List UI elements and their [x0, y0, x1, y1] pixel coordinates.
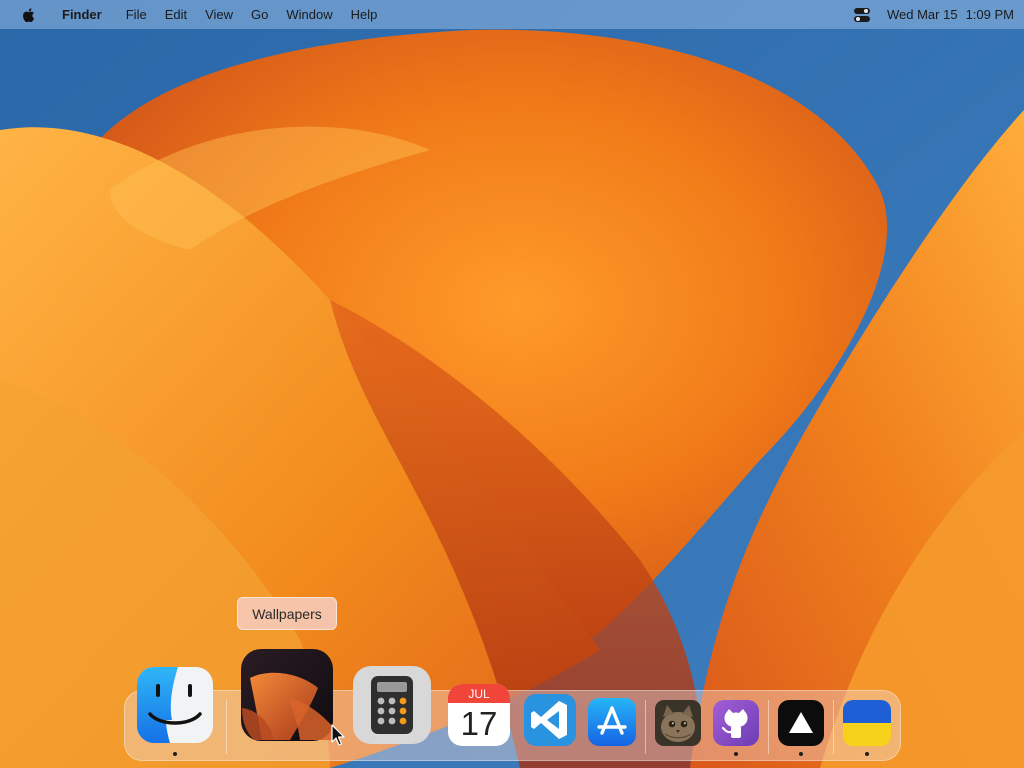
app-store-icon: [588, 698, 636, 746]
dock-item-finder[interactable]: [136, 666, 214, 744]
calendar-day: 17: [461, 705, 498, 742]
github-icon: [713, 700, 759, 746]
menubar-status-area: Wed Mar 15 1:09 PM: [853, 7, 1014, 23]
dock-item-app-store[interactable]: [587, 697, 637, 747]
running-indicator-finder: [173, 752, 177, 756]
finder-icon: [137, 667, 213, 743]
dock-separator: [226, 700, 227, 754]
dock-item-vercel[interactable]: [777, 699, 825, 747]
dock-item-vscode[interactable]: [523, 693, 577, 747]
menu-file[interactable]: File: [126, 7, 147, 22]
dock-item-wallpapers[interactable]: [240, 648, 334, 742]
menu-go[interactable]: Go: [251, 7, 268, 22]
menubar-date[interactable]: Wed Mar 15: [887, 7, 958, 22]
running-indicator-github: [734, 752, 738, 756]
menu-app-name[interactable]: Finder: [62, 7, 102, 22]
dock-item-calendar[interactable]: JUL 17: [447, 683, 511, 747]
dock-item-github[interactable]: [712, 699, 760, 747]
cat-photo-icon: [655, 700, 701, 746]
mouse-cursor-icon: [331, 724, 345, 746]
menu-view[interactable]: View: [205, 7, 233, 22]
calculator-icon: [353, 666, 431, 744]
dock-item-ukraine-flag[interactable]: [842, 699, 892, 747]
dock-separator: [768, 700, 769, 754]
apple-logo-icon[interactable]: [20, 6, 38, 24]
running-indicator-ukraine-flag: [865, 752, 869, 756]
dock-separator: [833, 700, 834, 754]
dock-item-calculator[interactable]: [352, 665, 432, 745]
menu-edit[interactable]: Edit: [165, 7, 187, 22]
menu-help[interactable]: Help: [351, 7, 378, 22]
menu-bar: Finder File Edit View Go Window Help Wed…: [0, 0, 1024, 29]
triangle-icon: [778, 700, 824, 746]
menubar-time[interactable]: 1:09 PM: [966, 7, 1014, 22]
dock-item-cat-app[interactable]: [654, 699, 702, 747]
tooltip-label: Wallpapers: [252, 605, 322, 622]
control-center-icon[interactable]: [853, 7, 871, 23]
dock-separator: [645, 700, 646, 754]
running-indicator-vercel: [799, 752, 803, 756]
vscode-icon: [524, 694, 576, 746]
wallpapers-icon: [241, 649, 333, 741]
ukraine-flag-icon: [843, 700, 891, 746]
desktop-wallpaper: [0, 0, 1024, 768]
calendar-month: JUL: [468, 687, 490, 701]
menu-window[interactable]: Window: [286, 7, 332, 22]
dock-tooltip: Wallpapers: [237, 597, 337, 630]
calendar-icon: JUL 17: [448, 684, 510, 746]
